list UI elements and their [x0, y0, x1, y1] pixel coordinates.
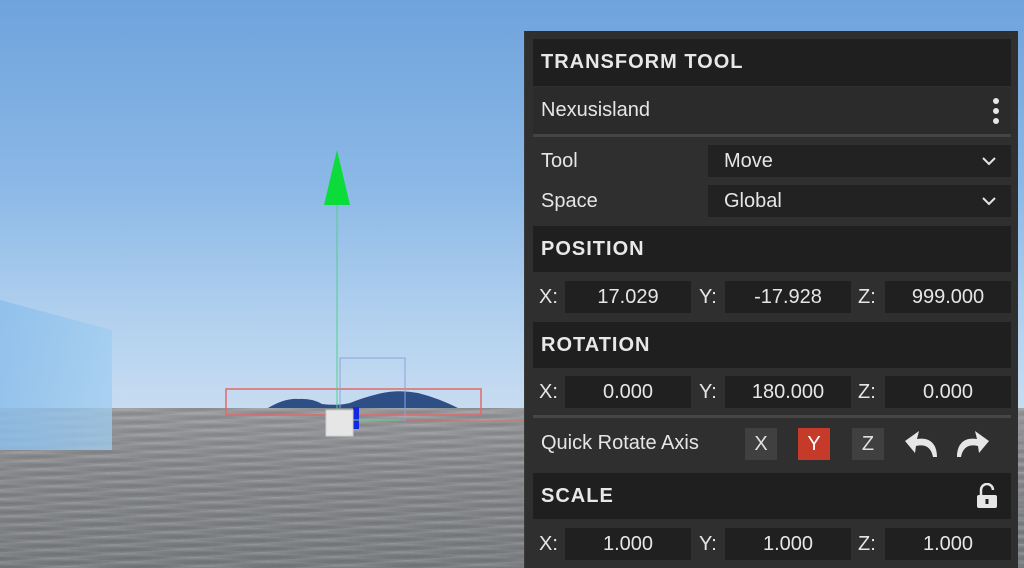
scale-z-label: Z:: [858, 533, 876, 555]
island-mountains: [268, 391, 458, 408]
quick-rotate-label: Quick Rotate Axis: [541, 432, 699, 454]
panel-title: TRANSFORM TOOL: [541, 51, 744, 73]
scale-y-label: Y:: [699, 533, 717, 555]
space-label: Space: [541, 190, 598, 212]
chevron-down-icon: [982, 197, 996, 206]
rotation-vector: X: 0.000 Y: 180.000 Z: 0.000: [533, 376, 1011, 410]
rotation-header: ROTATION: [533, 322, 1011, 368]
scale-y-input[interactable]: 1.000: [725, 528, 851, 560]
tool-dropdown-value: Move: [724, 149, 773, 172]
position-x-label: X:: [539, 286, 558, 308]
gizmo-z-handle: [353, 407, 359, 429]
space-dropdown[interactable]: Global: [708, 185, 1011, 217]
section-divider: [533, 415, 1011, 418]
scale-z-input[interactable]: 1.000: [885, 528, 1011, 560]
rotate-counterclockwise-icon[interactable]: [901, 424, 941, 462]
gizmo-y-arrow: [324, 150, 350, 205]
rotation-x-label: X:: [539, 381, 558, 403]
object-name: Nexusisland: [541, 99, 650, 121]
scale-x-input[interactable]: 1.000: [565, 528, 691, 560]
quick-rotate-x-button[interactable]: X: [745, 428, 777, 460]
position-y-input[interactable]: -17.928: [725, 281, 851, 313]
position-z-label: Z:: [858, 286, 876, 308]
chevron-down-icon: [982, 157, 996, 166]
position-y-label: Y:: [699, 286, 717, 308]
rotation-y-input[interactable]: 180.000: [725, 376, 851, 408]
panel-title-bar: TRANSFORM TOOL: [533, 39, 1011, 86]
tool-label: Tool: [541, 150, 578, 172]
position-vector: X: 17.029 Y: -17.928 Z: 999.000: [533, 281, 1011, 315]
position-header: POSITION: [533, 226, 1011, 272]
gizmo-center-cube: [325, 409, 354, 437]
vertical-ellipsis-icon[interactable]: [981, 91, 1011, 131]
rotation-z-input[interactable]: 0.000: [885, 376, 1011, 408]
position-title: POSITION: [541, 237, 645, 260]
scale-vector: X: 1.000 Y: 1.000 Z: 1.000: [533, 528, 1011, 562]
position-x-input[interactable]: 17.029: [565, 281, 691, 313]
rotation-x-input[interactable]: 0.000: [565, 376, 691, 408]
rotation-y-label: Y:: [699, 381, 717, 403]
unlocked-padlock-icon[interactable]: [975, 483, 999, 509]
rotation-z-label: Z:: [858, 381, 876, 403]
tool-dropdown[interactable]: Move: [708, 145, 1011, 177]
quick-rotate-y-button[interactable]: Y: [798, 428, 830, 460]
scale-title: SCALE: [541, 484, 614, 507]
scale-x-label: X:: [539, 533, 558, 555]
object-name-bar: Nexusisland: [533, 87, 1011, 137]
rotation-title: ROTATION: [541, 333, 651, 356]
rotate-clockwise-icon[interactable]: [953, 424, 993, 462]
space-dropdown-value: Global: [724, 189, 782, 212]
transform-tool-panel: TRANSFORM TOOL Nexusisland Tool Move Spa…: [524, 31, 1018, 568]
quick-rotate-z-button[interactable]: Z: [852, 428, 884, 460]
position-z-input[interactable]: 999.000: [885, 281, 1011, 313]
scale-header: SCALE: [533, 473, 1011, 519]
